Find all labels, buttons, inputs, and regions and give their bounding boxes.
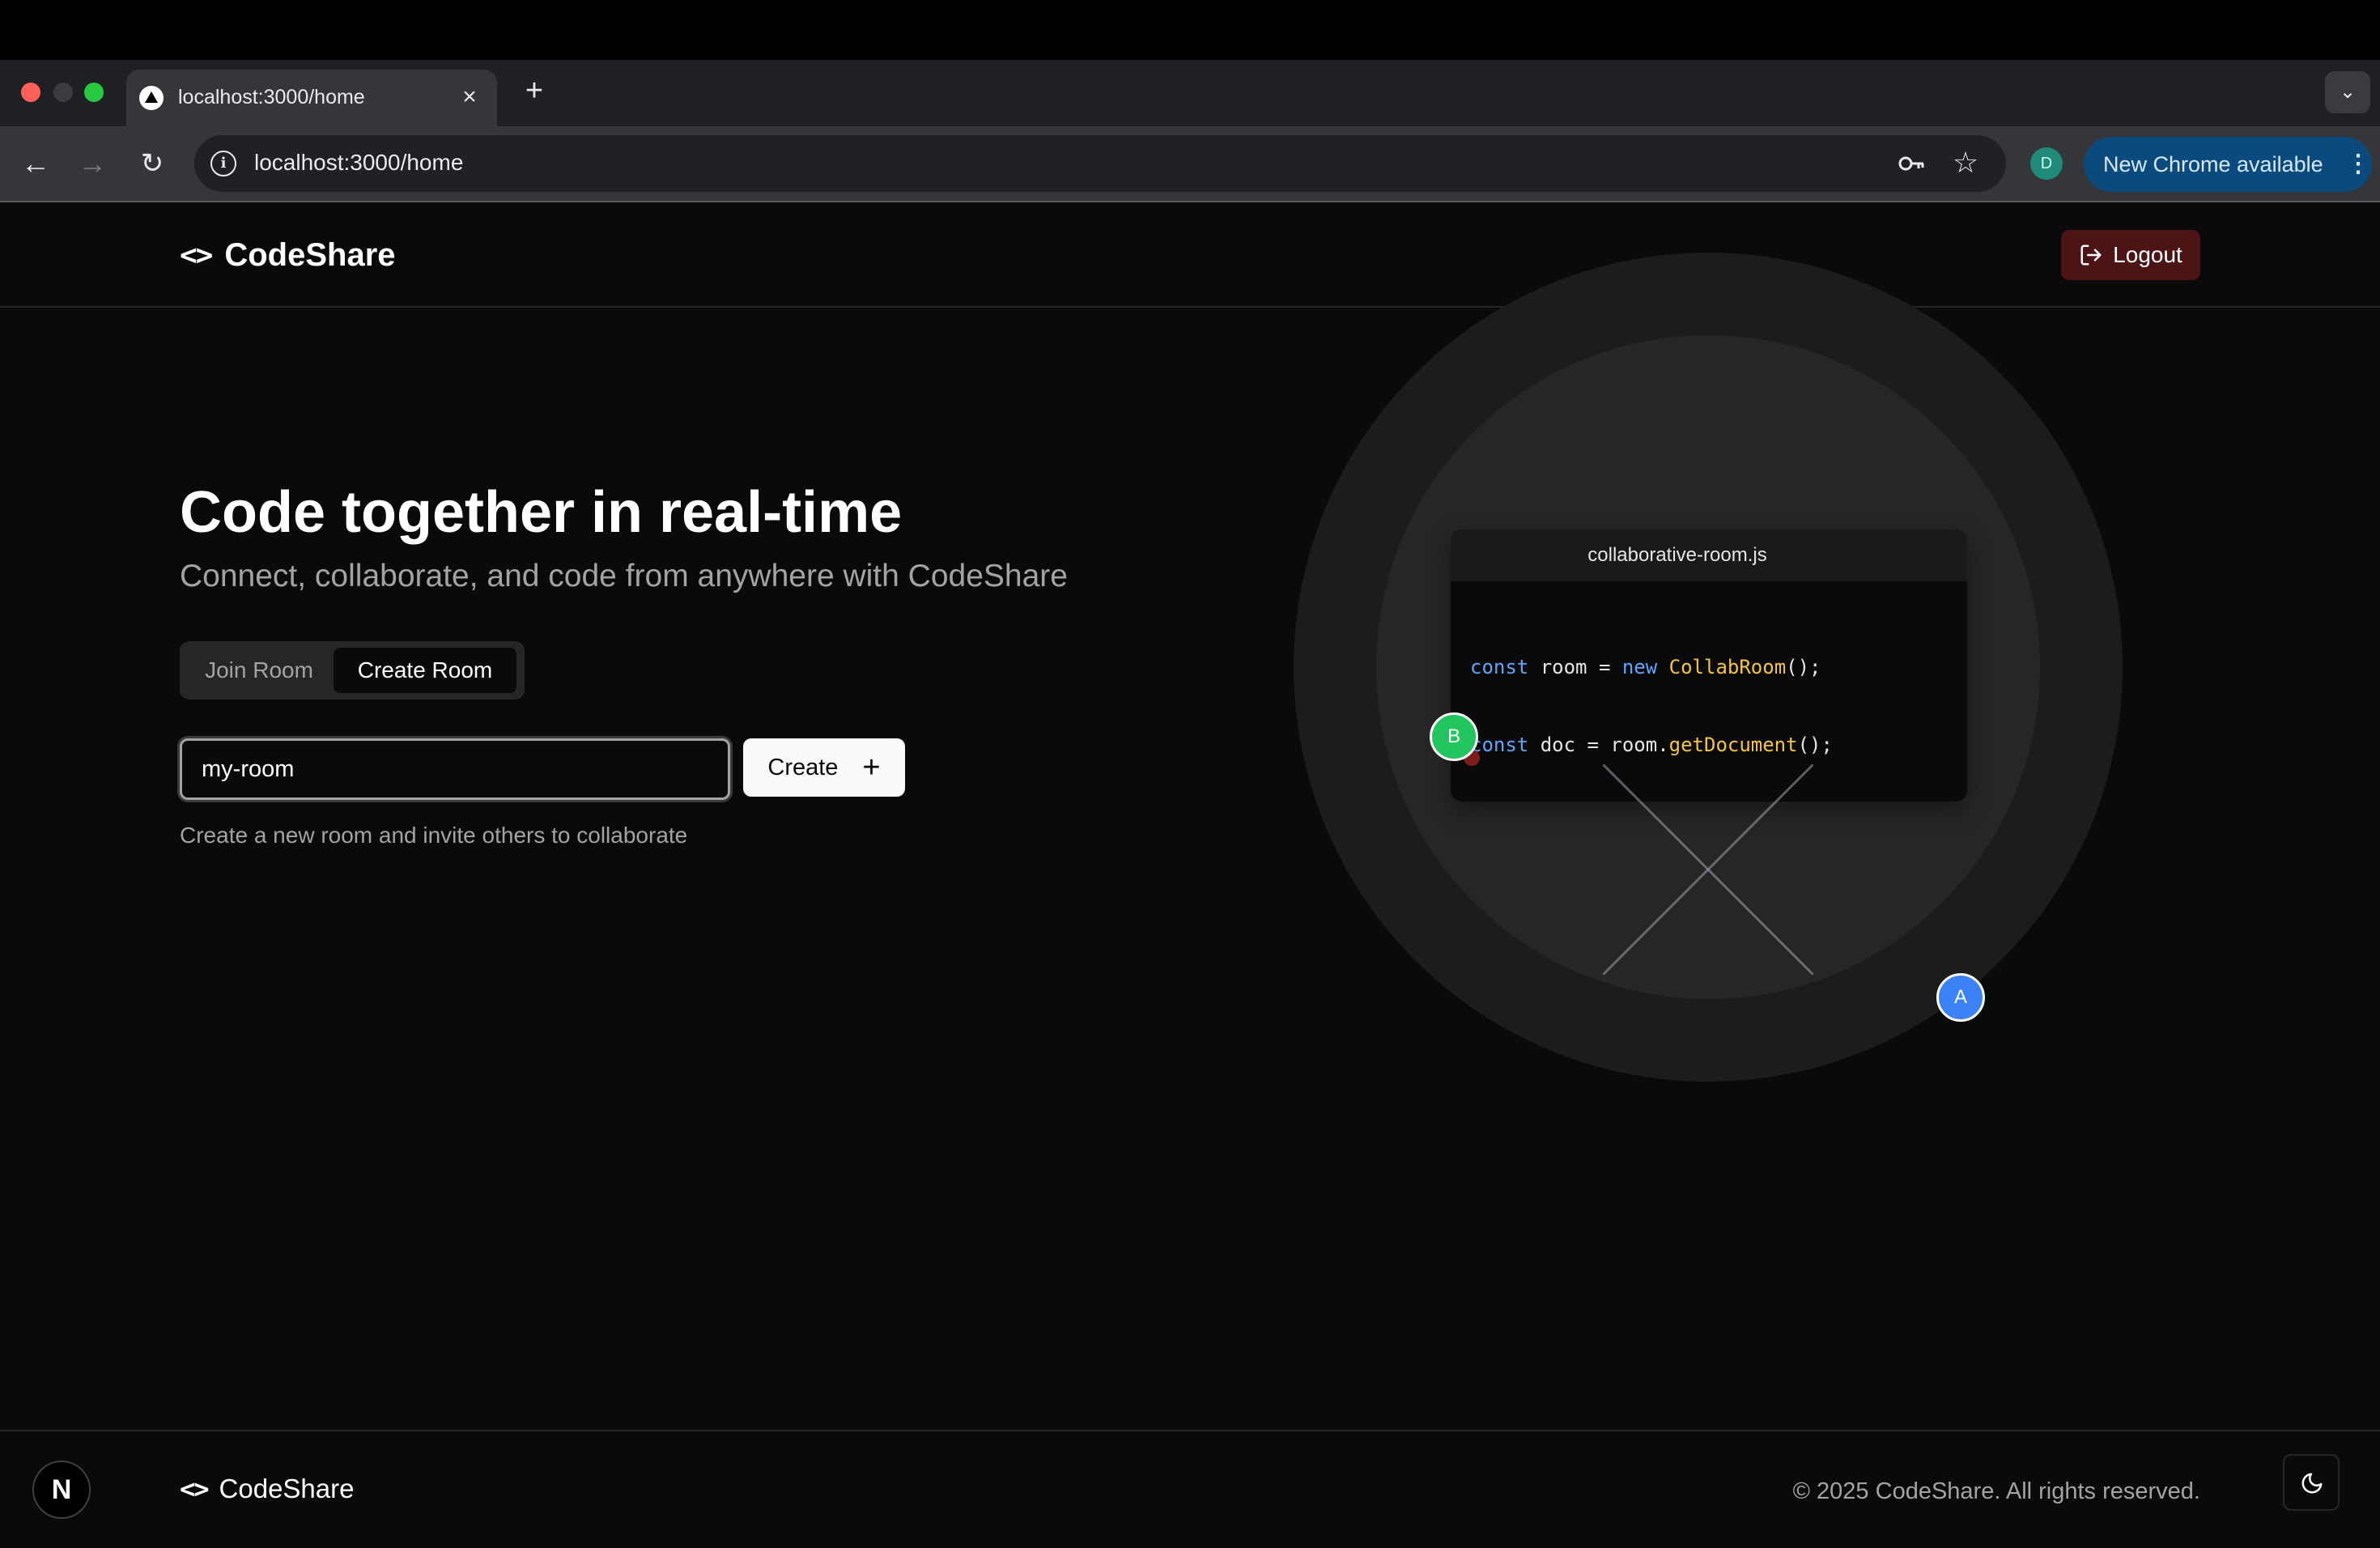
site-footer: N <> CodeShare © 2025 CodeShare. All rig… [0, 1430, 2380, 1548]
profile-avatar[interactable]: D [2030, 147, 2063, 180]
code-brackets-icon: <> [180, 238, 213, 272]
forward-arrow-icon[interactable]: → [74, 146, 110, 181]
tab-join-room[interactable]: Join Room [191, 648, 327, 693]
user-avatar-b: B [1430, 712, 1478, 761]
code-filename: collaborative-room.js [1587, 544, 1767, 566]
new-chrome-available-button[interactable]: New Chrome available ⋮ [2084, 137, 2372, 192]
site-header: <> CodeShare Logout [0, 202, 2380, 308]
star-icon[interactable]: ☆ [1948, 145, 1983, 181]
hero-subtitle: Connect, collaborate, and code from anyw… [180, 559, 1068, 593]
logout-icon [2080, 245, 2102, 266]
tab-search-button[interactable]: ⌄ [2325, 71, 2370, 113]
moon-icon [2301, 1473, 2323, 1494]
hero-title: Code together in real-time [180, 480, 903, 545]
cursor-cross-decoration [1603, 764, 1813, 975]
tab-title: localhost:3000/home [178, 86, 365, 108]
plus-icon: + [862, 751, 881, 785]
address-url[interactable]: localhost:3000/home [254, 150, 463, 176]
minimize-window-button[interactable] [53, 83, 73, 102]
header-logo[interactable]: <> CodeShare [180, 235, 396, 275]
user-avatar-a: A [1936, 973, 1985, 1022]
footer-logo[interactable]: <> CodeShare [180, 1474, 354, 1504]
new-tab-button[interactable]: + [518, 74, 550, 107]
reload-icon[interactable]: ↻ [134, 146, 170, 181]
footer-brand: CodeShare [219, 1474, 355, 1503]
copyright-text: © 2025 CodeShare. All rights reserved. [1792, 1478, 2200, 1504]
kebab-menu-icon[interactable]: ⋮ [2346, 148, 2370, 181]
tab-create-room[interactable]: Create Room [334, 648, 516, 693]
theme-toggle-button[interactable] [2283, 1454, 2340, 1511]
close-window-button[interactable] [21, 83, 40, 102]
update-label: New Chrome available [2103, 152, 2323, 176]
create-room-button[interactable]: Create + [743, 738, 905, 797]
create-room-hint: Create a new room and invite others to c… [180, 823, 688, 848]
create-label: Create [767, 754, 839, 780]
nextjs-icon[interactable]: N [32, 1461, 91, 1519]
menu-bar-area [0, 0, 2380, 60]
info-icon[interactable]: i [210, 151, 236, 176]
key-icon[interactable] [1896, 147, 1928, 180]
room-mode-tabs: Join Room Create Room [180, 641, 525, 700]
maximize-window-button[interactable] [84, 83, 104, 102]
code-preview-card: collaborative-room.js const room = new C… [1451, 529, 1967, 802]
logout-label: Logout [2113, 242, 2182, 267]
logout-button[interactable]: Logout [2061, 230, 2200, 280]
browser-tab-active[interactable]: localhost:3000/home × [126, 70, 497, 126]
room-name-input[interactable] [180, 738, 730, 800]
code-brackets-icon: <> [180, 1474, 210, 1504]
vercel-favicon-icon [139, 86, 164, 110]
code-line: const doc = room.getDocument(); [1470, 734, 1833, 756]
back-arrow-icon[interactable]: ← [18, 146, 53, 181]
code-titlebar: collaborative-room.js [1451, 529, 1967, 581]
tab-close-icon[interactable]: × [453, 81, 486, 113]
brand-name: CodeShare [224, 236, 396, 273]
address-bar[interactable]: i localhost:3000/home ☆ [194, 135, 2006, 192]
code-line: const room = new CollabRoom(); [1470, 656, 1821, 678]
